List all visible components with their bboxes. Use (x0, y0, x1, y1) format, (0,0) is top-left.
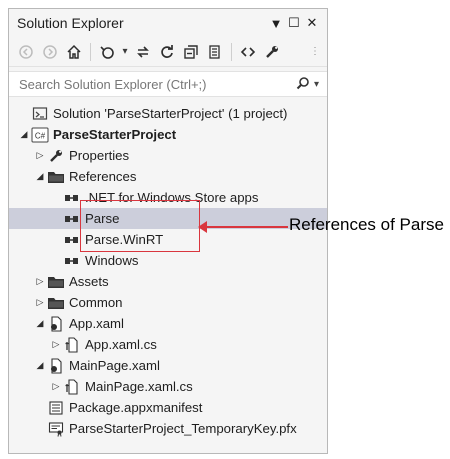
back-icon (19, 44, 33, 59)
tree-item-label: Windows (85, 253, 139, 268)
collapsed-arrow-icon[interactable]: ▷ (49, 381, 63, 392)
back-button[interactable] (15, 41, 37, 63)
search-box: ▾ (9, 71, 327, 97)
tree-item-label: App.xaml.cs (85, 337, 157, 352)
tree-item-label: Package.appxmanifest (69, 400, 203, 415)
reference-icon (63, 190, 81, 206)
history-button[interactable] (96, 41, 118, 63)
solution-icon (31, 106, 49, 122)
tree-item-label: ParseStarterProject_TemporaryKey.pfx (69, 421, 297, 436)
tree-item-label: Assets (69, 274, 109, 289)
folder-icon (47, 169, 65, 185)
reference-icon (63, 232, 81, 248)
code-icon (240, 46, 256, 57)
collapsed-arrow-icon[interactable]: ▷ (33, 150, 47, 161)
cs-file-icon (63, 378, 81, 395)
toolbar: ▾ ⋮ (9, 37, 327, 67)
collapse-all-icon (184, 44, 198, 59)
csharp-project-icon: C# (31, 127, 49, 143)
tree-item[interactable]: ▷ Assets (9, 271, 327, 292)
collapsed-arrow-icon[interactable]: ▷ (49, 339, 63, 350)
tree-item[interactable]: Windows (9, 250, 327, 271)
cs-file-icon (63, 336, 81, 353)
collapsed-arrow-icon[interactable]: ▷ (33, 297, 47, 308)
tree-item-label: MainPage.xaml (69, 358, 160, 373)
tree-item[interactable]: ▷ Common (9, 292, 327, 313)
tree-item-label: References (69, 169, 137, 184)
maximize-button[interactable]: ☐ (285, 15, 303, 31)
window-dropdown-button[interactable]: ▼ (267, 16, 285, 31)
tree-item[interactable]: ParseStarterProject_TemporaryKey.pfx (9, 418, 327, 439)
tree-item[interactable]: Package.appxmanifest (9, 397, 327, 418)
solution-tree: Solution 'ParseStarterProject' (1 projec… (9, 97, 327, 439)
panel-title: Solution Explorer (17, 15, 124, 31)
forward-icon (43, 44, 57, 59)
tree-item[interactable]: ▷ Properties (9, 145, 327, 166)
tree-item[interactable]: ◢ C# ParseStarterProject (9, 124, 327, 145)
toolbar-overflow-icon[interactable]: ⋮ (310, 46, 321, 57)
tree-item[interactable]: Solution 'ParseStarterProject' (1 projec… (9, 103, 327, 124)
tree-item[interactable]: ▷ MainPage.xaml.cs (9, 376, 327, 397)
show-all-files-icon (209, 44, 220, 59)
manifest-icon (47, 400, 65, 416)
expanded-arrow-icon[interactable]: ◢ (17, 129, 31, 140)
certificate-icon (47, 421, 65, 437)
history-dropdown-icon[interactable]: ▾ (120, 41, 130, 63)
refresh-icon (161, 44, 173, 58)
callout-arrowhead (198, 221, 207, 233)
collapsed-arrow-icon[interactable]: ▷ (33, 276, 47, 287)
forward-button[interactable] (39, 41, 61, 63)
expanded-arrow-icon[interactable]: ◢ (33, 318, 47, 329)
tree-item-label: Solution 'ParseStarterProject' (1 projec… (53, 106, 288, 121)
reference-icon (63, 211, 81, 227)
tree-item-label: Common (69, 295, 123, 310)
view-code-button[interactable] (237, 41, 259, 63)
titlebar: Solution Explorer ▼ ☐ ✕ (9, 9, 327, 37)
tree-item-label: Properties (69, 148, 130, 163)
xaml-file-icon (47, 315, 65, 332)
annotation-label: References of Parse (289, 215, 444, 234)
search-dropdown-icon[interactable]: ▾ (314, 79, 319, 90)
properties-button[interactable] (261, 41, 283, 63)
collapse-all-button[interactable] (180, 41, 202, 63)
expanded-arrow-icon[interactable]: ◢ (33, 360, 47, 371)
history-icon (100, 45, 114, 59)
folder-icon (47, 274, 65, 290)
home-icon (67, 44, 81, 59)
folder-icon (47, 295, 65, 311)
tree-item-label: ParseStarterProject (53, 127, 177, 142)
tree-item[interactable]: ▷ App.xaml.cs (9, 334, 327, 355)
xaml-file-icon (47, 357, 65, 374)
show-all-files-button[interactable] (204, 41, 226, 63)
toolbar-separator (90, 42, 91, 61)
toolbar-separator (231, 42, 232, 61)
wrench-icon (266, 45, 278, 58)
wrench-icon (47, 148, 65, 164)
tree-item[interactable]: ◢ MainPage.xaml (9, 355, 327, 376)
search-icon[interactable] (296, 76, 310, 93)
tree-item-label: App.xaml (69, 316, 124, 331)
expanded-arrow-icon[interactable]: ◢ (33, 171, 47, 182)
refresh-button[interactable] (156, 41, 178, 63)
tree-item-label: MainPage.xaml.cs (85, 379, 193, 394)
home-button[interactable] (63, 41, 85, 63)
sync-icon (137, 45, 149, 58)
callout-line (200, 226, 288, 228)
search-input[interactable] (17, 75, 292, 93)
svg-text:C#: C# (35, 131, 46, 140)
sync-button[interactable] (132, 41, 154, 63)
close-button[interactable]: ✕ (303, 15, 321, 31)
highlight-box (80, 200, 200, 252)
tree-item[interactable]: ◢ App.xaml (9, 313, 327, 334)
tree-item[interactable]: ◢ References (9, 166, 327, 187)
reference-icon (63, 253, 81, 269)
